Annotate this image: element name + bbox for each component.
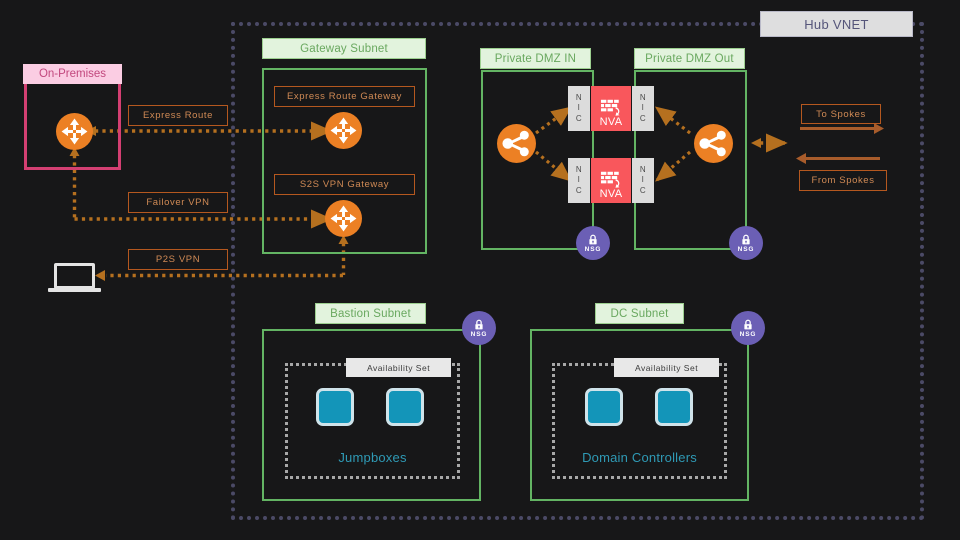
dc-vm-1 (585, 388, 623, 426)
lock-icon (589, 234, 597, 245)
nic-letter-c: C (575, 185, 583, 195)
nic-letter-n: N (639, 165, 647, 175)
nsg-label: NSG (739, 331, 757, 338)
private-dmz-in-label: Private DMZ IN (494, 52, 577, 65)
nva-label: NVA (599, 116, 623, 128)
nic-letter-i: I (641, 175, 645, 185)
dc-subnet-label: DC Subnet (610, 307, 669, 320)
dmz-in-nic-upper: N I C (568, 86, 590, 131)
dmz-in-nic-lower: N I C (568, 158, 590, 203)
bastion-availability-set-title: Availability Set (346, 358, 451, 377)
p2s-vpn-label: P2S VPN (155, 254, 201, 265)
nva-label: NVA (599, 188, 623, 200)
dmz-out-nic-upper: N I C (632, 86, 654, 131)
on-premises-label: On-Premises (38, 68, 107, 80)
nic-letter-i: I (577, 103, 581, 113)
nsg-label: NSG (737, 246, 755, 253)
lock-icon (475, 319, 483, 330)
nva-lower: NVA (591, 158, 631, 203)
dmz-out-load-balancer-icon (694, 124, 733, 163)
jumpboxes-text: Jumpboxes (338, 449, 407, 465)
s2s-vpn-gateway-icon (325, 200, 362, 237)
dc-subnet-title: DC Subnet (595, 303, 684, 324)
gateway-subnet-label: Gateway Subnet (300, 42, 388, 55)
nic-letter-c: C (639, 113, 647, 123)
firewall-icon (600, 171, 620, 188)
nva-upper: NVA (591, 86, 631, 131)
domain-controllers-label: Domain Controllers (540, 446, 739, 468)
dc-vm-2 (655, 388, 693, 426)
nsg-badge-dmz-out: NSG (729, 226, 763, 260)
laptop-icon (54, 263, 95, 289)
nsg-badge-dc: NSG (731, 311, 765, 345)
hub-vnet-label: Hub VNET (804, 16, 869, 32)
express-route-label-box: Express Route (128, 105, 228, 126)
dc-availability-set-title: Availability Set (614, 358, 719, 377)
private-dmz-out-label: Private DMZ Out (645, 52, 734, 65)
s2s-vpn-gateway-label: S2S VPN Gateway (299, 179, 390, 190)
bastion-subnet-title: Bastion Subnet (315, 303, 426, 324)
nic-letter-i: I (641, 103, 645, 113)
dmz-out-nic-lower: N I C (632, 158, 654, 203)
lock-icon (744, 319, 752, 330)
bastion-vm-2 (386, 388, 424, 426)
gateway-subnet-title: Gateway Subnet (262, 38, 426, 59)
on-premises-gateway-icon (56, 113, 93, 150)
s2s-vpn-gateway-label-box: S2S VPN Gateway (274, 174, 415, 195)
to-spokes-label: To Spokes (816, 108, 866, 120)
nsg-badge-bastion: NSG (462, 311, 496, 345)
architecture-diagram: Hub VNET On-Premises Express Route Failo… (0, 0, 960, 540)
nsg-label: NSG (584, 246, 602, 253)
on-premises-title: On-Premises (23, 64, 122, 84)
firewall-icon (600, 99, 620, 116)
from-spokes-label-box: From Spokes (799, 170, 887, 191)
laptop-base (48, 288, 101, 292)
domain-controllers-text: Domain Controllers (582, 449, 697, 465)
hub-vnet-title: Hub VNET (760, 11, 913, 37)
nsg-label: NSG (470, 331, 488, 338)
nic-letter-n: N (639, 93, 647, 103)
from-spokes-label: From Spokes (811, 175, 875, 186)
to-spokes-label-box: To Spokes (801, 104, 881, 124)
nsg-badge-dmz-in: NSG (576, 226, 610, 260)
jumpboxes-label: Jumpboxes (285, 446, 460, 468)
nic-letter-i: I (577, 175, 581, 185)
availability-set-label: Availability Set (366, 362, 431, 373)
nic-letter-n: N (575, 165, 583, 175)
bastion-subnet-label: Bastion Subnet (330, 307, 411, 320)
nic-letter-n: N (575, 93, 583, 103)
lock-icon (742, 234, 750, 245)
bastion-vm-1 (316, 388, 354, 426)
private-dmz-in-title: Private DMZ IN (480, 48, 591, 69)
express-route-gateway-label-box: Express Route Gateway (274, 86, 415, 107)
private-dmz-out-title: Private DMZ Out (634, 48, 745, 69)
express-route-gateway-label: Express Route Gateway (286, 91, 403, 102)
failover-vpn-label-box: Failover VPN (128, 192, 228, 213)
p2s-vpn-label-box: P2S VPN (128, 249, 228, 270)
nic-letter-c: C (639, 185, 647, 195)
failover-vpn-label: Failover VPN (146, 197, 210, 208)
nic-letter-c: C (575, 113, 583, 123)
dmz-in-load-balancer-icon (497, 124, 536, 163)
express-route-gateway-icon (325, 112, 362, 149)
express-route-label: Express Route (142, 110, 214, 121)
availability-set-label: Availability Set (634, 362, 699, 373)
